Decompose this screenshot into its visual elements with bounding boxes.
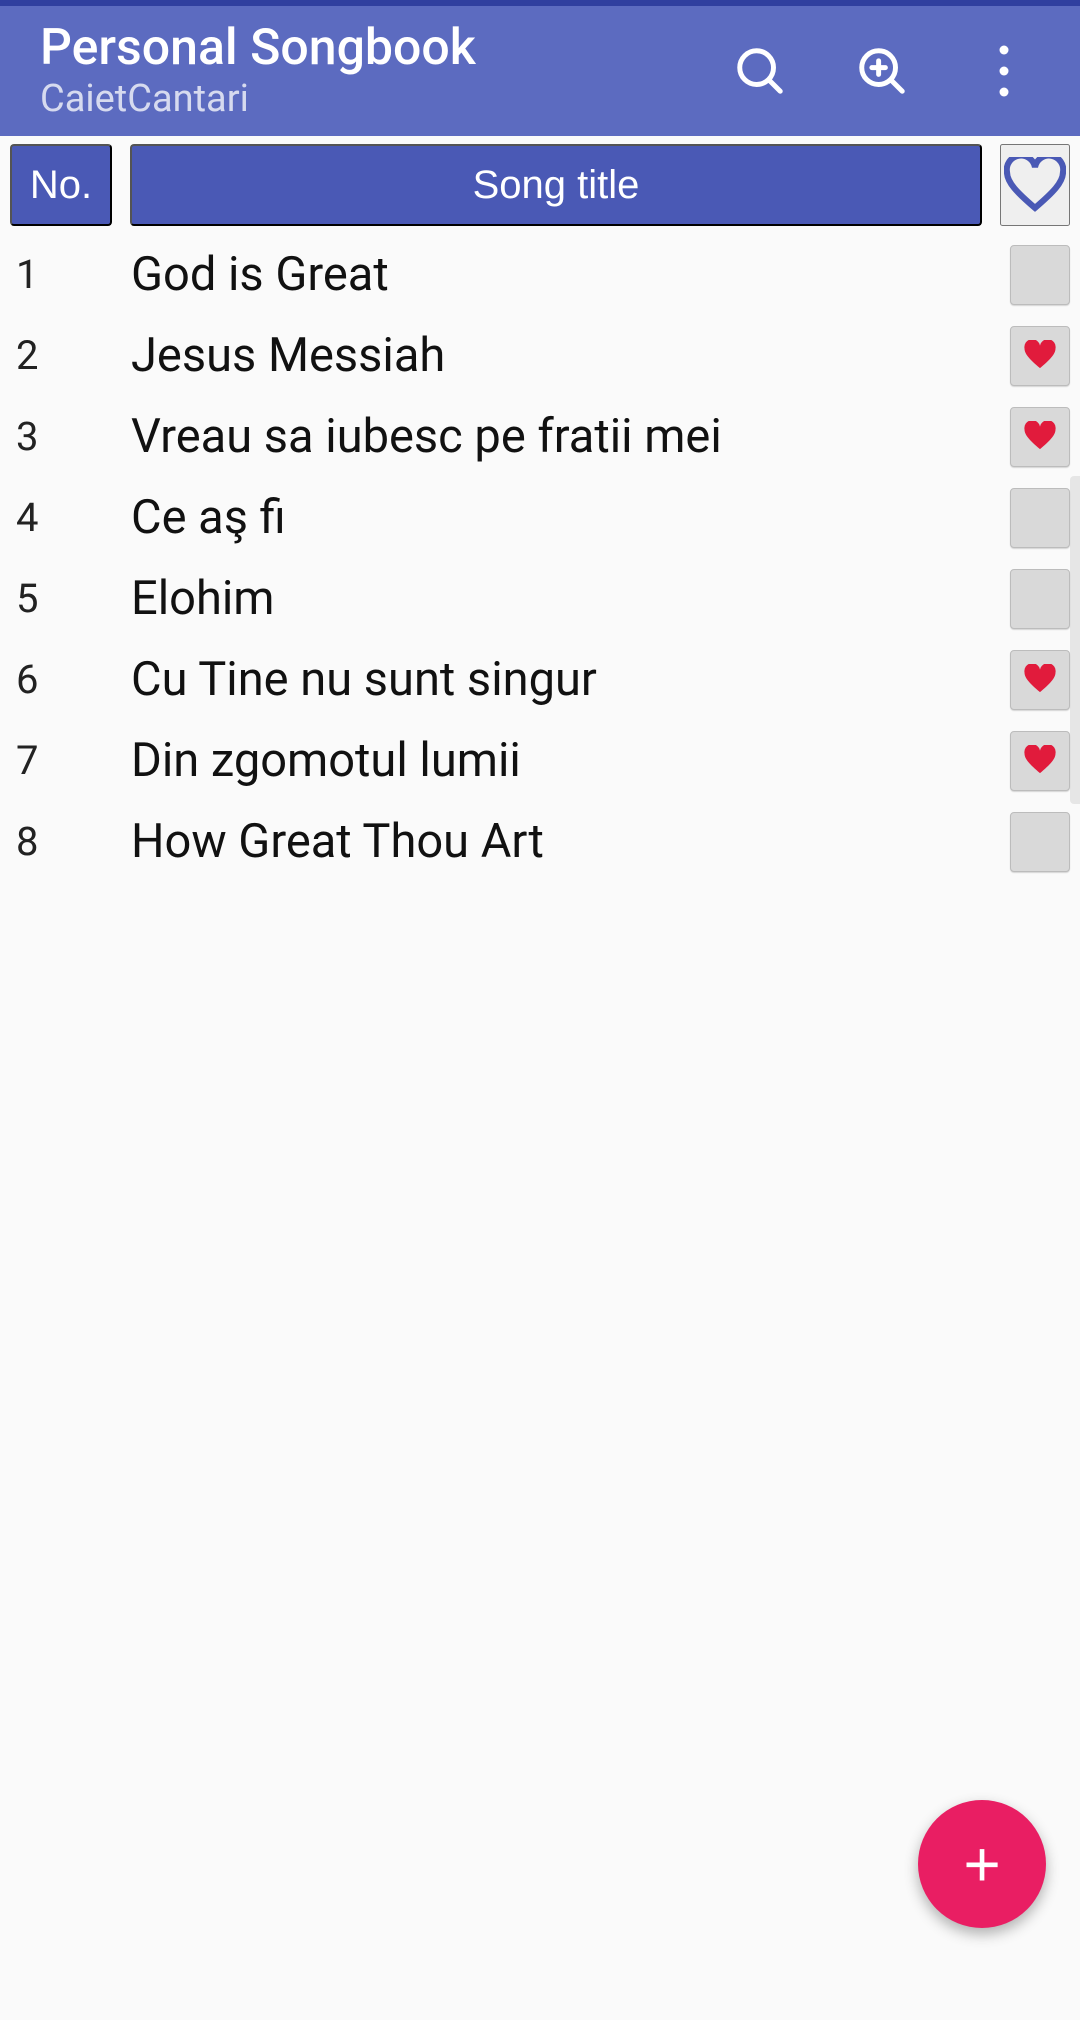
song-row[interactable]: 3Vreau sa iubesc pe fratii mei xyxy=(0,396,1080,477)
song-number: 1 xyxy=(16,251,131,298)
song-title: Ce aş fi xyxy=(131,490,1002,545)
favorite-toggle[interactable] xyxy=(1010,326,1070,386)
song-number: 3 xyxy=(16,413,131,460)
song-row[interactable]: 8How Great Thou Art xyxy=(0,801,1080,882)
song-row[interactable]: 1God is Great xyxy=(0,234,1080,315)
song-number: 7 xyxy=(16,737,131,784)
zoom-in-icon[interactable] xyxy=(846,35,918,107)
favorite-toggle[interactable] xyxy=(1010,731,1070,791)
app-titles: Personal Songbook CaietCantari xyxy=(40,20,476,121)
heart-icon xyxy=(1023,664,1057,695)
heart-icon xyxy=(1023,745,1057,776)
favorite-toggle[interactable] xyxy=(1010,245,1070,305)
song-row[interactable]: 6Cu Tine nu sunt singur xyxy=(0,639,1080,720)
favorite-toggle[interactable] xyxy=(1010,407,1070,467)
song-title: Elohim xyxy=(131,571,1002,626)
song-number: 5 xyxy=(16,575,131,622)
song-title: Vreau sa iubesc pe fratii mei xyxy=(131,409,1002,464)
song-title: Cu Tine nu sunt singur xyxy=(131,652,1002,707)
song-title: God is Great xyxy=(131,247,1002,302)
song-number: 6 xyxy=(16,656,131,703)
scrollbar[interactable] xyxy=(1070,476,1080,804)
favorite-toggle[interactable] xyxy=(1010,650,1070,710)
song-row[interactable]: 5Elohim xyxy=(0,558,1080,639)
search-icon[interactable] xyxy=(724,35,796,107)
sort-by-title-button[interactable]: Song title xyxy=(130,144,982,226)
add-song-button[interactable]: + xyxy=(918,1800,1046,1928)
filter-favorites-button[interactable] xyxy=(1000,144,1070,226)
app-subtitle: CaietCantari xyxy=(40,78,476,122)
app-title: Personal Songbook xyxy=(40,20,476,78)
song-number: 4 xyxy=(16,494,131,541)
favorite-toggle[interactable] xyxy=(1010,812,1070,872)
heart-icon xyxy=(1023,340,1057,371)
song-number: 2 xyxy=(16,332,131,379)
song-number: 8 xyxy=(16,818,131,865)
overflow-menu-icon[interactable] xyxy=(968,35,1040,107)
heart-icon xyxy=(1023,421,1057,452)
song-row[interactable]: 7Din zgomotul lumii xyxy=(0,720,1080,801)
song-row[interactable]: 4Ce aş fi xyxy=(0,477,1080,558)
song-title: Din zgomotul lumii xyxy=(131,733,1002,788)
app-bar: Personal Songbook CaietCantari xyxy=(0,6,1080,136)
favorite-toggle[interactable] xyxy=(1010,488,1070,548)
favorite-toggle[interactable] xyxy=(1010,569,1070,629)
song-title: Jesus Messiah xyxy=(131,328,1002,383)
song-title: How Great Thou Art xyxy=(131,814,1002,869)
column-headers: No. Song title xyxy=(0,136,1080,234)
plus-icon: + xyxy=(963,1832,1000,1896)
app-bar-actions xyxy=(724,35,1040,107)
song-row[interactable]: 2Jesus Messiah xyxy=(0,315,1080,396)
song-list: 1God is Great2Jesus Messiah3Vreau sa iub… xyxy=(0,234,1080,882)
sort-by-number-button[interactable]: No. xyxy=(10,144,112,226)
